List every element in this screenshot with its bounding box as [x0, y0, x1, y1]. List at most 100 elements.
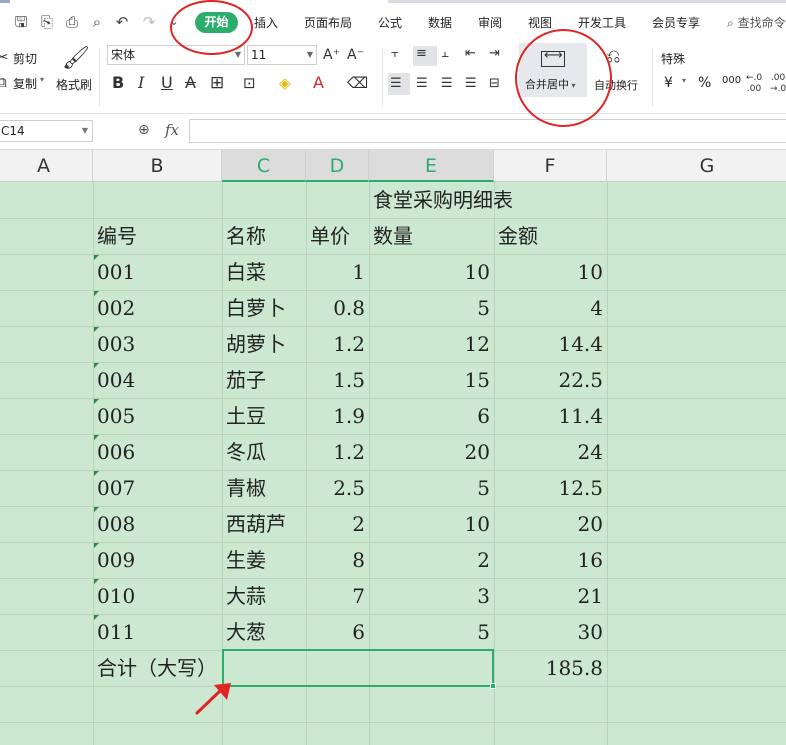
column-label-e[interactable]: 数量 [369, 218, 494, 254]
cell-unit-price[interactable]: 7 [306, 578, 369, 614]
cut-button[interactable]: 剪切 [13, 50, 37, 67]
scissors-icon[interactable]: ✂ [0, 48, 9, 66]
cell-unit-price[interactable]: 1.2 [306, 434, 369, 470]
cell-id[interactable]: 006 [93, 434, 222, 470]
copy-button[interactable]: 复制 [13, 75, 37, 92]
cell-id[interactable]: 003 [93, 326, 222, 362]
copy-dropdown-icon[interactable]: ▾ [40, 75, 44, 84]
column-header-f[interactable]: F [494, 150, 607, 182]
cell-id[interactable]: 001 [93, 254, 222, 290]
cell-amount[interactable]: 10 [494, 254, 607, 290]
cell-amount[interactable]: 14.4 [494, 326, 607, 362]
cell-name[interactable]: 大葱 [222, 614, 306, 650]
font-grow-icon[interactable]: A⁺ [323, 46, 340, 64]
cell-amount[interactable]: 20 [494, 506, 607, 542]
cell-amount[interactable]: 21 [494, 578, 607, 614]
export-icon[interactable]: ⎘ [38, 13, 56, 31]
column-header-g[interactable]: G [607, 150, 786, 182]
cell-name[interactable]: 白萝卜 [222, 290, 306, 326]
name-box[interactable]: C14 ▼ [0, 120, 93, 142]
cell-unit-price[interactable]: 0.8 [306, 290, 369, 326]
cell-unit-price[interactable]: 1.2 [306, 326, 369, 362]
cell-name[interactable]: 土豆 [222, 398, 306, 434]
format-painter-button[interactable]: 格式刷 [56, 76, 92, 93]
cell-id[interactable]: 002 [93, 290, 222, 326]
align-left-icon[interactable]: ☰ [390, 75, 402, 93]
cell-quantity[interactable]: 12 [369, 326, 494, 362]
column-label-c[interactable]: 名称 [222, 218, 306, 254]
decrease-decimal-icon[interactable]: .00 →.0 [770, 73, 786, 95]
cell-quantity[interactable]: 20 [369, 434, 494, 470]
justify-icon[interactable]: ☰ [465, 75, 477, 93]
cell-amount[interactable]: 4 [494, 290, 607, 326]
cell-quantity[interactable]: 10 [369, 506, 494, 542]
cell-name[interactable]: 生姜 [222, 542, 306, 578]
column-label-f[interactable]: 金额 [494, 218, 607, 254]
cell-quantity[interactable]: 3 [369, 578, 494, 614]
search-command[interactable]: ⌕ 查找命令 [727, 14, 786, 31]
tab-formulas[interactable]: 公式 [378, 14, 402, 31]
column-header-d[interactable]: D [306, 150, 369, 182]
undo-icon[interactable]: ↶ [113, 13, 131, 31]
cell-id[interactable]: 011 [93, 614, 222, 650]
cell-amount[interactable]: 12.5 [494, 470, 607, 506]
cell-quantity[interactable]: 6 [369, 398, 494, 434]
print-preview-icon[interactable]: ⌕ [88, 13, 106, 31]
cell-quantity[interactable]: 5 [369, 470, 494, 506]
cell-style-icon[interactable]: ⊡ [243, 74, 256, 92]
fill-color-icon[interactable]: ◈ [279, 74, 291, 92]
fx-icon[interactable]: fx [165, 121, 179, 139]
cell-name[interactable]: 青椒 [222, 470, 306, 506]
cell-unit-price[interactable]: 8 [306, 542, 369, 578]
column-header-b[interactable]: B [93, 150, 222, 182]
tab-developer[interactable]: 开发工具 [578, 14, 626, 31]
cell-name[interactable]: 白菜 [222, 254, 306, 290]
cell-amount[interactable]: 11.4 [494, 398, 607, 434]
cell-id[interactable]: 010 [93, 578, 222, 614]
number-format-select[interactable]: 特殊 [661, 50, 685, 67]
copy-icon[interactable]: ⧉ [0, 73, 7, 91]
sheet-title[interactable]: 食堂采购明细表 [369, 182, 607, 218]
font-shrink-icon[interactable]: A⁻ [347, 46, 364, 64]
strikethrough-icon[interactable]: A [185, 74, 196, 92]
column-label-d[interactable]: 单价 [306, 218, 369, 254]
cell-quantity[interactable]: 5 [369, 290, 494, 326]
cell-name[interactable]: 大蒜 [222, 578, 306, 614]
cell-quantity[interactable]: 15 [369, 362, 494, 398]
active-cell-selection[interactable] [222, 649, 496, 689]
redo-icon[interactable]: ↷ [140, 13, 158, 31]
align-center-icon[interactable]: ☰ [416, 75, 428, 93]
clear-format-icon[interactable]: ⌫ [347, 74, 368, 92]
cell-unit-price[interactable]: 1.9 [306, 398, 369, 434]
format-painter-icon[interactable]: 🖌 [62, 46, 90, 72]
spreadsheet-grid[interactable]: A B C D E F G 食堂采购明细表 编号 名称 单价 数量 金额 001 白菜 1 10 1… [0, 150, 786, 745]
increase-indent-icon[interactable]: ⇥ [489, 45, 500, 63]
cell-unit-price[interactable]: 1 [306, 254, 369, 290]
cell-id[interactable]: 004 [93, 362, 222, 398]
italic-icon[interactable]: I [138, 74, 144, 92]
tab-review[interactable]: 审阅 [478, 14, 502, 31]
align-bottom-icon[interactable]: ⫠ [441, 45, 449, 63]
column-label-b[interactable]: 编号 [93, 218, 222, 254]
cell-name[interactable]: 胡萝卜 [222, 326, 306, 362]
border-icon[interactable]: ⊞ [210, 74, 224, 92]
cell-name[interactable]: 冬瓜 [222, 434, 306, 470]
align-right-icon[interactable]: ☰ [441, 75, 453, 93]
underline-icon[interactable]: U [161, 74, 173, 92]
cell-id[interactable]: 009 [93, 542, 222, 578]
cell-unit-price[interactable]: 2.5 [306, 470, 369, 506]
cell-amount[interactable]: 22.5 [494, 362, 607, 398]
font-size-select[interactable]: 11 ▼ [247, 45, 317, 65]
tab-data[interactable]: 数据 [428, 14, 452, 31]
cell-name[interactable]: 茄子 [222, 362, 306, 398]
print-icon[interactable]: ⎙ [63, 13, 81, 31]
tab-page-layout[interactable]: 页面布局 [304, 14, 352, 31]
bold-icon[interactable]: B [112, 74, 124, 92]
save-icon[interactable]: 🖫 [12, 13, 30, 31]
cell-id[interactable]: 007 [93, 470, 222, 506]
cell-unit-price[interactable]: 6 [306, 614, 369, 650]
cell-unit-price[interactable]: 1.5 [306, 362, 369, 398]
cell-quantity[interactable]: 10 [369, 254, 494, 290]
cell-amount[interactable]: 30 [494, 614, 607, 650]
cell-amount[interactable]: 16 [494, 542, 607, 578]
